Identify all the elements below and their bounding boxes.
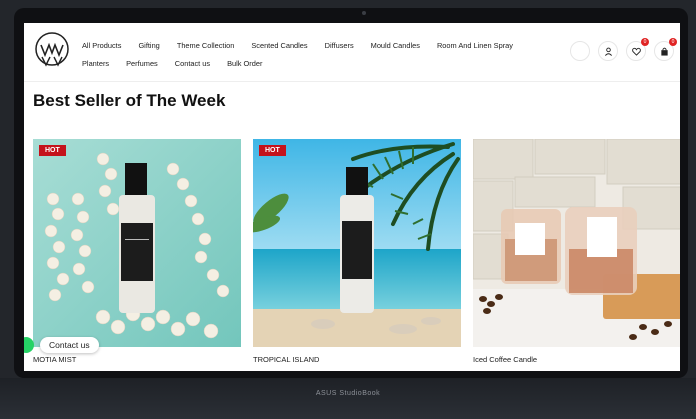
product-image[interactable] [33, 139, 241, 347]
tropical-island-photo [253, 139, 461, 347]
product-card[interactable]: Iced Coffee Candle [473, 139, 680, 371]
search-button[interactable] [570, 41, 590, 61]
product-name[interactable]: MOTIA MIST [33, 355, 76, 364]
laptop-chin: ASUS StudioBook [0, 378, 696, 419]
bag-icon [660, 47, 668, 56]
nav-row-primary: All Products Gifting Theme Collection Sc… [82, 36, 562, 54]
brand-logo[interactable] [34, 31, 70, 71]
site-header: All Products Gifting Theme Collection Sc… [24, 23, 680, 82]
product-name[interactable]: TROPICAL ISLAND [253, 355, 319, 364]
product-name[interactable]: Iced Coffee Candle [473, 355, 537, 364]
wishlist-button[interactable]: 0 [626, 38, 649, 61]
nav-theme-collection[interactable]: Theme Collection [177, 41, 235, 50]
header-actions: 0 0 [570, 38, 677, 61]
nav-perfumes[interactable]: Perfumes [126, 59, 158, 68]
account-button[interactable] [598, 41, 618, 61]
nav-row-secondary: Planters Perfumes Contact us Bulk Order [82, 54, 562, 72]
cart-button[interactable]: 0 [654, 38, 677, 61]
motia-mist-photo [33, 139, 241, 347]
product-card[interactable]: HOT TROPICAL ISLAND [253, 139, 461, 371]
browser-screen: All Products Gifting Theme Collection Sc… [24, 23, 680, 371]
contact-us-button[interactable]: Contact us [40, 337, 99, 353]
laptop-brand-label: ASUS StudioBook [315, 390, 381, 397]
nav-contact-us[interactable]: Contact us [175, 59, 210, 68]
hot-badge: HOT [259, 145, 286, 156]
nav-room-linen-spray[interactable]: Room And Linen Spray [437, 41, 513, 50]
hot-badge: HOT [39, 145, 66, 156]
nav-all-products[interactable]: All Products [82, 41, 121, 50]
screen-bezel: All Products Gifting Theme Collection Sc… [14, 8, 688, 378]
webcam [362, 11, 366, 15]
nav-diffusers[interactable]: Diffusers [325, 41, 354, 50]
product-image[interactable] [473, 139, 680, 347]
contact-widget[interactable]: Contact us [24, 335, 99, 355]
user-icon [604, 47, 612, 56]
wishlist-count-badge: 0 [641, 38, 649, 46]
nav-gifting[interactable]: Gifting [138, 41, 159, 50]
heart-icon [631, 47, 641, 56]
cart-count-badge: 0 [669, 38, 677, 46]
nav-bulk-order[interactable]: Bulk Order [227, 59, 262, 68]
nav-scented-candles[interactable]: Scented Candles [251, 41, 307, 50]
whatsapp-icon[interactable] [24, 337, 34, 353]
section-title: Best Seller of The Week [33, 91, 226, 110]
nav-mould-candles[interactable]: Mould Candles [371, 41, 420, 50]
nav-planters[interactable]: Planters [82, 59, 109, 68]
laptop-frame: All Products Gifting Theme Collection Sc… [0, 0, 696, 419]
main-navigation: All Products Gifting Theme Collection Sc… [82, 36, 562, 72]
product-image[interactable] [253, 139, 461, 347]
iced-coffee-candle-photo [473, 139, 680, 347]
